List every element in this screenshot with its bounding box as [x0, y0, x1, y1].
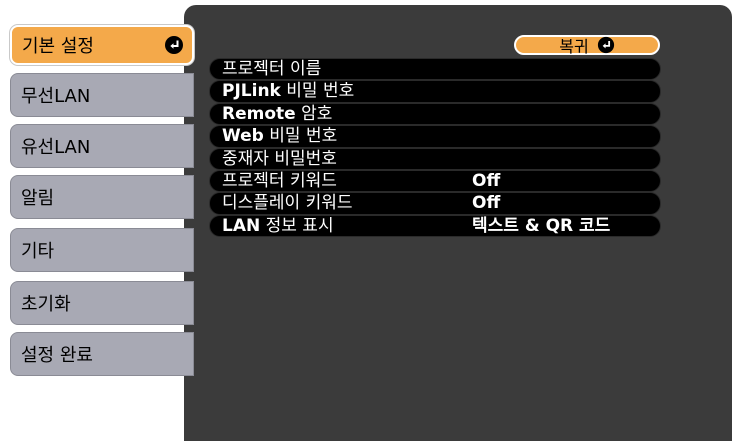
return-label: 복귀 [559, 37, 589, 56]
menu-row-projector-name[interactable]: 프로젝터 이름 [209, 58, 661, 81]
menu-row-pjlink-password[interactable]: PJLink 비밀 번호 [209, 80, 661, 103]
menu-row-display-keyword[interactable]: 디스플레이 키워드 Off [209, 192, 661, 215]
sidebar-item-wireless-lan[interactable]: 무선LAN [10, 73, 194, 117]
enter-icon [597, 36, 614, 54]
row-label: 프로젝터 키워드 [222, 170, 337, 191]
row-label-bold: LAN [222, 215, 261, 236]
row-label: 중재자 비밀번호 [222, 148, 337, 169]
row-label-bold: Remote [222, 103, 296, 124]
sidebar-item-notification[interactable]: 알림 [10, 175, 194, 219]
sidebar-item-label: 유선LAN [21, 137, 91, 158]
sidebar-item-label: 기본 설정 [22, 36, 94, 57]
menu-row-moderator-password[interactable]: 중재자 비밀번호 [209, 147, 661, 170]
menu-row-lan-info-display[interactable]: LAN 정보 표시 텍스트 & QR 코드 [209, 214, 661, 238]
row-label: 프로젝터 이름 [222, 59, 322, 79]
sidebar-item-label: 설정 완료 [21, 345, 93, 366]
row-label-bold: Web [222, 126, 264, 147]
sidebar-item-label: 기타 [21, 241, 55, 262]
row-label: 정보 표시 [260, 215, 334, 236]
settings-screen: 기본 설정 무선LAN 유선LAN 알림 기타 초기화 설정 완료 복귀 프로젝… [0, 0, 736, 441]
sidebar-item-label: 알림 [21, 188, 55, 209]
row-value: Off [472, 170, 501, 191]
menu-row-web-password[interactable]: Web 비밀 번호 [209, 125, 661, 148]
sidebar-item-reset[interactable]: 초기화 [10, 281, 194, 325]
sidebar-item-label: 초기화 [21, 294, 71, 315]
return-button[interactable]: 복귀 [514, 35, 660, 56]
sidebar-item-wired-lan[interactable]: 유선LAN [10, 124, 194, 168]
row-label: 비밀 번호 [263, 126, 338, 147]
sidebar-item-others[interactable]: 기타 [10, 228, 194, 272]
row-label: 디스플레이 키워드 [222, 193, 353, 214]
menu-row-projector-keyword[interactable]: 프로젝터 키워드 Off [209, 169, 661, 193]
menu-row-remote-password[interactable]: Remote 암호 [209, 102, 661, 126]
row-value: 텍스트 & QR 코드 [472, 215, 611, 236]
settings-list: 프로젝터 이름 PJLink 비밀 번호 Remote 암호 Web 비밀 번호… [209, 58, 661, 238]
enter-icon [165, 36, 183, 54]
row-value: Off [472, 193, 501, 214]
sidebar-item-setup-complete[interactable]: 설정 완료 [10, 332, 194, 376]
row-label-bold: PJLink [222, 81, 281, 102]
sidebar-item-basic-settings[interactable]: 기본 설정 [10, 25, 194, 65]
sidebar-item-label: 무선LAN [21, 86, 91, 107]
row-label: 암호 [295, 103, 333, 124]
row-label: 비밀 번호 [280, 81, 355, 102]
